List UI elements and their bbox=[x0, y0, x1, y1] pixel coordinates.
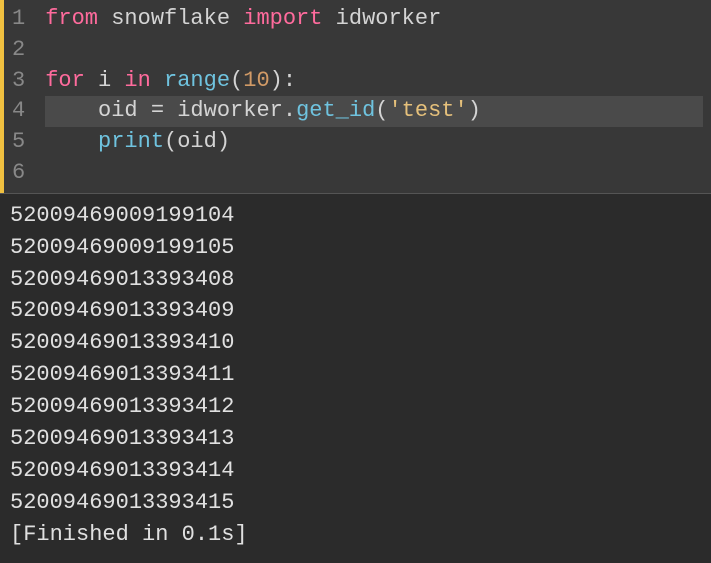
output-line: 52009469013393413 bbox=[10, 423, 701, 455]
line-number: 6 bbox=[12, 158, 25, 189]
line-number-gutter: 123456 bbox=[4, 0, 37, 193]
line-number: 3 bbox=[12, 66, 25, 97]
code-token: ( bbox=[164, 129, 177, 154]
code-token: i bbox=[98, 68, 124, 93]
line-number: 2 bbox=[12, 35, 25, 66]
code-token: oid bbox=[45, 98, 151, 123]
output-line: 52009469013393411 bbox=[10, 359, 701, 391]
code-token: ) bbox=[217, 129, 230, 154]
code-token: idworker bbox=[336, 6, 442, 31]
output-line: 52009469009199104 bbox=[10, 200, 701, 232]
code-token: get_id bbox=[296, 98, 375, 123]
code-token: 10 bbox=[243, 68, 269, 93]
code-token: . bbox=[283, 98, 296, 123]
code-token: in bbox=[124, 68, 164, 93]
code-line[interactable]: from snowflake import idworker bbox=[45, 4, 703, 35]
code-line[interactable]: print(oid) bbox=[45, 127, 703, 158]
code-token: 'test' bbox=[388, 98, 467, 123]
output-line: 52009469013393415 bbox=[10, 487, 701, 519]
code-line[interactable] bbox=[45, 35, 703, 66]
output-line: [Finished in 0.1s] bbox=[10, 519, 701, 551]
line-number: 5 bbox=[12, 127, 25, 158]
line-number: 4 bbox=[12, 96, 25, 127]
code-token: idworker bbox=[177, 98, 283, 123]
code-token: = bbox=[151, 98, 177, 123]
code-token: snowflake bbox=[111, 6, 243, 31]
output-line: 52009469013393409 bbox=[10, 295, 701, 327]
code-line[interactable]: oid = idworker.get_id('test') bbox=[45, 96, 703, 127]
output-panel: 5200946900919910452009469009199105520094… bbox=[0, 193, 711, 557]
output-line: 52009469009199105 bbox=[10, 232, 701, 264]
code-line[interactable] bbox=[45, 158, 703, 189]
output-line: 52009469013393410 bbox=[10, 327, 701, 359]
code-token bbox=[45, 129, 98, 154]
code-token: ): bbox=[270, 68, 296, 93]
code-token: ( bbox=[230, 68, 243, 93]
output-line: 52009469013393414 bbox=[10, 455, 701, 487]
output-line: 52009469013393408 bbox=[10, 264, 701, 296]
code-area[interactable]: from snowflake import idworkerfor i in r… bbox=[37, 0, 711, 193]
code-editor[interactable]: 123456 from snowflake import idworkerfor… bbox=[0, 0, 711, 193]
code-token: ( bbox=[375, 98, 388, 123]
output-line: 52009469013393412 bbox=[10, 391, 701, 423]
code-token: range bbox=[164, 68, 230, 93]
code-token: import bbox=[243, 6, 335, 31]
line-number: 1 bbox=[12, 4, 25, 35]
code-token: ) bbox=[468, 98, 481, 123]
code-token: for bbox=[45, 68, 98, 93]
code-line[interactable]: for i in range(10): bbox=[45, 66, 703, 97]
code-token: oid bbox=[177, 129, 217, 154]
code-token: print bbox=[98, 129, 164, 154]
code-token: from bbox=[45, 6, 111, 31]
